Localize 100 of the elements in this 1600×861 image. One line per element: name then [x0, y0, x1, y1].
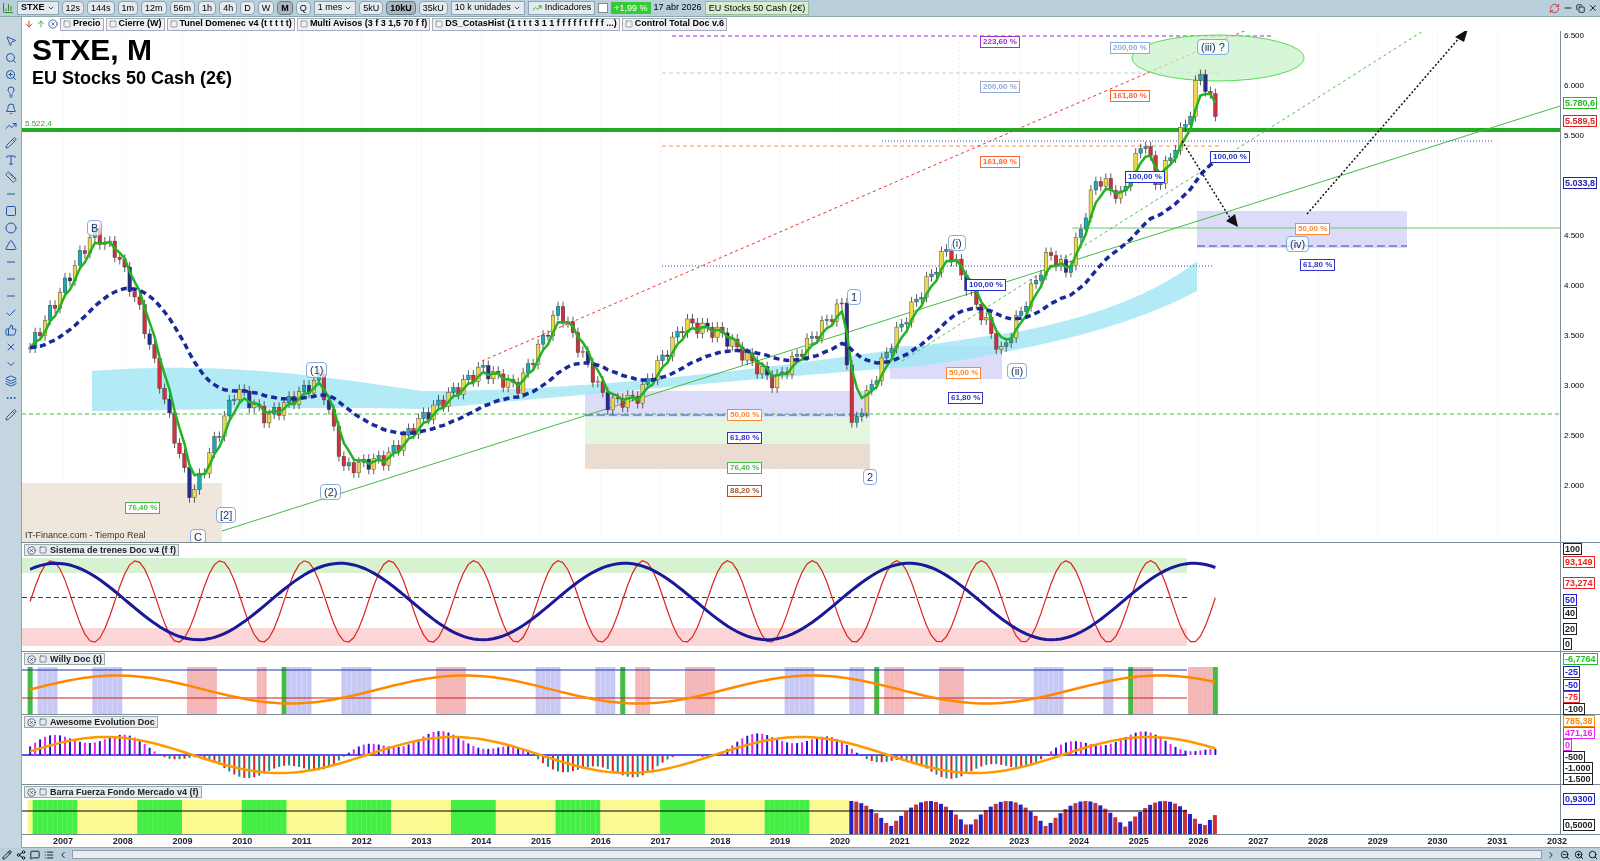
symbol-select[interactable]: STXE	[17, 1, 59, 15]
period-select[interactable]: 1 mes	[313, 1, 357, 15]
checkbox-icon	[299, 20, 308, 28]
toolbar-button[interactable]: 1m	[117, 1, 139, 15]
year-label: 2019	[770, 836, 791, 846]
check-icon[interactable]	[4, 307, 17, 319]
year-label: 2027	[1248, 836, 1269, 846]
axis-value-tag: 785,38	[1563, 715, 1595, 727]
share-icon[interactable]	[16, 849, 26, 860]
year-label: 2024	[1068, 836, 1089, 846]
fibonacci-label: 200,00 %	[1110, 42, 1150, 54]
pointer-icon[interactable]	[4, 35, 17, 47]
toolbar-button[interactable]: 12s	[61, 1, 85, 15]
indicator-chip[interactable]: Tunel Domenec v4 (t t t t t)	[166, 17, 295, 31]
bell-icon[interactable]	[4, 103, 17, 115]
toolbar-button[interactable]: 5kU	[359, 1, 384, 15]
indicator-chip[interactable]: Multi Avisos (3 f 3 1,5 70 f f)	[296, 17, 431, 31]
zoom-out-icon[interactable]	[1560, 849, 1570, 860]
square-icon	[39, 546, 47, 554]
fibonacci-label: 50,00 %	[1295, 223, 1331, 235]
indicator-header[interactable]: Awesome Evolution Doc	[24, 716, 158, 728]
text-icon[interactable]	[4, 154, 17, 166]
wave-label: [2]	[216, 507, 237, 523]
triangle-icon[interactable]	[4, 239, 17, 251]
chart-title: STXE, M	[32, 33, 152, 67]
search-icon[interactable]	[1588, 849, 1598, 860]
fibonacci-label: 100,00 %	[966, 279, 1006, 291]
axis-value-tag: 0,9300	[1563, 793, 1595, 805]
zoom-in-icon[interactable]	[1574, 849, 1584, 860]
thumbs-up-icon[interactable]	[4, 324, 17, 336]
zoom-in-icon[interactable]	[4, 69, 17, 81]
checkbox-icon	[169, 20, 178, 28]
scroll-left-icon[interactable]	[58, 849, 68, 860]
year-label: 2011	[292, 836, 312, 846]
toolbar-button[interactable]: 56m	[169, 1, 196, 15]
year-label: 2007	[53, 836, 74, 846]
axis-value-tag: -500	[1563, 751, 1585, 763]
indicator-header[interactable]: Barra Fuerza Fondo Mercado v4 (f)	[24, 786, 202, 798]
wave-label: (ii)	[1007, 363, 1028, 379]
square-icon	[39, 788, 47, 796]
toolbar-button[interactable]: D	[240, 1, 255, 15]
chart-subtitle: EU Stocks 50 Cash (2€)	[32, 67, 233, 89]
axis-value-tag: 20	[1563, 623, 1577, 635]
wave-label: (iii) ?	[1197, 39, 1229, 55]
ruler-icon[interactable]	[4, 171, 17, 183]
list-icon[interactable]	[44, 849, 54, 860]
pencil-icon[interactable]	[4, 409, 17, 421]
indicator-chip[interactable]: Control Total Doc v.6	[621, 17, 727, 31]
wave-label: C	[190, 529, 206, 542]
year-label: 2012	[351, 836, 372, 846]
year-label: 2029	[1367, 836, 1388, 846]
axis-value-tag: 0,5000	[1563, 819, 1595, 831]
close-icon[interactable]	[48, 19, 58, 29]
toolbar-button[interactable]: 144s	[87, 1, 115, 15]
trend-icon[interactable]	[4, 120, 17, 132]
chart-icon[interactable]	[2, 2, 14, 14]
scroll-right-icon[interactable]	[1546, 849, 1556, 860]
lightbulb-icon[interactable]	[4, 86, 17, 98]
toolbar-button[interactable]: 4h	[219, 1, 238, 15]
indicator-header[interactable]: Willy Doc (t)	[24, 653, 105, 665]
indicator-chip[interactable]: Cierre (W)	[105, 17, 165, 31]
close-icon[interactable]	[1588, 3, 1598, 13]
fibonacci-label: 88,20 %	[727, 485, 763, 497]
refresh-icon[interactable]	[1549, 2, 1560, 14]
indicators-button[interactable]: Indicadores	[527, 1, 596, 15]
wave-label: B	[87, 220, 103, 236]
horizontal-scrollbar[interactable]	[72, 850, 1542, 859]
year-label: 2015	[531, 836, 552, 846]
toolbar-button[interactable]: Q	[295, 1, 311, 15]
indicator-chip[interactable]: Precio	[60, 17, 104, 31]
price-axis-label: 6.000	[1564, 81, 1585, 90]
toolbar-button[interactable]: 35kU	[418, 1, 448, 15]
layers-icon[interactable]	[4, 375, 17, 387]
message-icon[interactable]	[30, 849, 40, 860]
year-label: 2022	[949, 836, 970, 846]
units-select[interactable]: 10 k unidades	[450, 1, 525, 15]
arrow-down-icon[interactable]	[24, 19, 34, 29]
pencil-icon[interactable]	[2, 849, 12, 860]
price-axis-label: 3.000	[1564, 381, 1585, 390]
arrow-up-icon[interactable]	[36, 19, 46, 29]
year-label: 2014	[471, 836, 492, 846]
indicator-chip[interactable]: DS_CotasHist (1 t t t 3 1 1 f f f f f t f f f ...)	[432, 17, 620, 31]
toolbar-button[interactable]: M	[277, 1, 293, 15]
year-label: 2016	[590, 836, 611, 846]
circle-icon[interactable]	[4, 222, 17, 234]
year-label: 2026	[1188, 836, 1209, 846]
indicator-header[interactable]: Sistema de trenes Doc v4 (f f)	[24, 544, 180, 556]
restore-icon[interactable]	[1576, 3, 1585, 13]
toolbar-button[interactable]: 12m	[141, 1, 167, 15]
pencil-icon[interactable]	[4, 137, 17, 149]
toolbar-button[interactable]: W	[257, 1, 275, 15]
fibonacci-label: 61,80 %	[948, 392, 984, 404]
axis-value-tag: 5.589,5	[1563, 115, 1598, 127]
level-label: 5.522,4	[25, 119, 52, 128]
toolbar-button[interactable]: 10kU	[386, 1, 416, 15]
caret-icon	[512, 4, 521, 12]
year-label: 2030	[1427, 836, 1448, 846]
caret-icon	[46, 4, 55, 12]
rectangle-icon[interactable]	[4, 205, 17, 217]
toolbar-button[interactable]: 1h	[198, 1, 217, 15]
